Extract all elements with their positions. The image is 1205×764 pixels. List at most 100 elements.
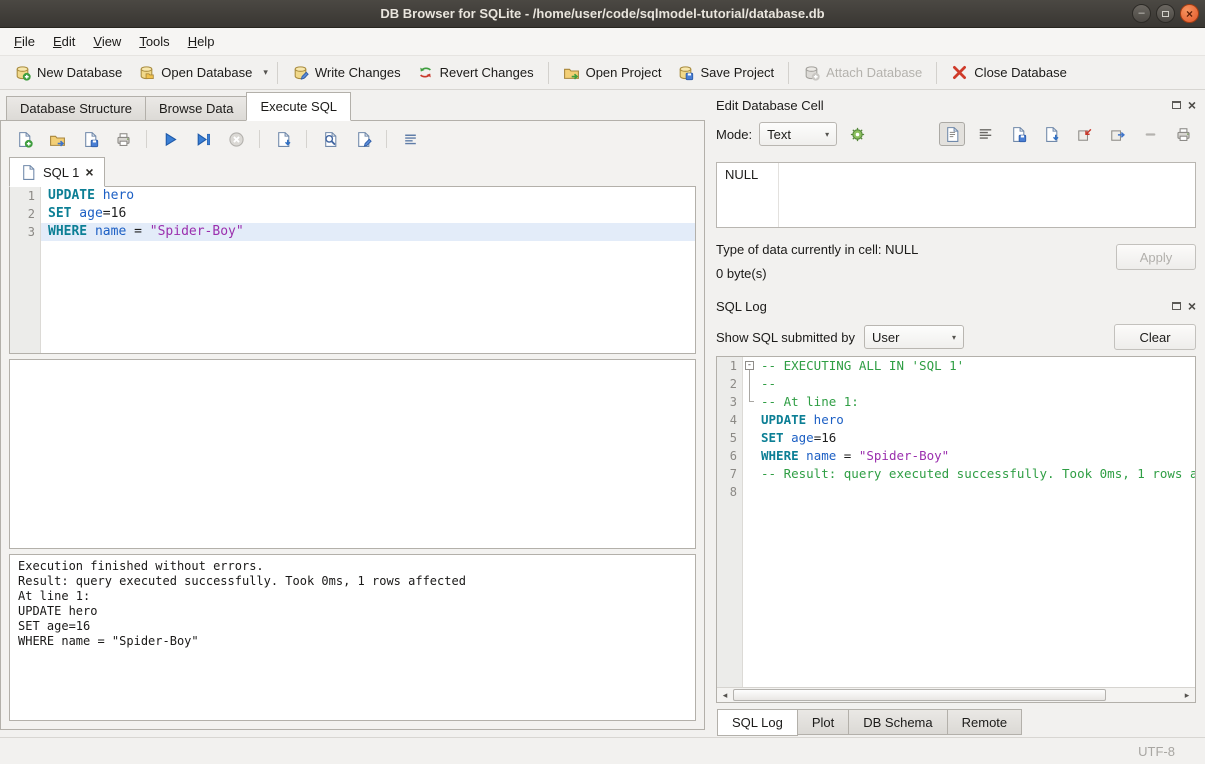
import-from-file-icon[interactable] (1071, 122, 1097, 146)
mode-combobox[interactable]: Text ▾ (759, 122, 837, 146)
left-pane: Database StructureBrowse DataExecute SQL… (0, 90, 705, 737)
code-text: -- At line 1: (758, 393, 1195, 411)
export-to-file-icon[interactable] (1104, 122, 1130, 146)
open-project-button[interactable]: Open Project (555, 59, 670, 86)
auto-switch-mode-icon[interactable] (844, 122, 870, 146)
mode-value: Text (767, 127, 791, 142)
save-as-binary-icon[interactable] (1038, 122, 1064, 146)
open-database-dropdown-icon[interactable]: ▾ (260, 62, 271, 83)
save-as-text-icon[interactable] (1005, 122, 1031, 146)
results-grid[interactable] (9, 359, 696, 549)
toolbar-separator (306, 130, 307, 148)
code-text: -- Result: query executed successfully. … (758, 465, 1195, 483)
save-project-button[interactable]: Save Project (669, 59, 782, 86)
menu-file[interactable]: File (5, 29, 44, 54)
close-button[interactable]: × (1180, 4, 1199, 23)
print-icon[interactable] (112, 128, 134, 150)
line-number: 2 (717, 375, 743, 393)
tab-sql-log[interactable]: SQL Log (717, 709, 798, 736)
word-wrap-icon[interactable] (972, 122, 998, 146)
titlebar[interactable]: DB Browser for SQLite - /home/user/code/… (0, 0, 1205, 28)
code-line-1[interactable]: 1--- EXECUTING ALL IN 'SQL 1' (717, 357, 1195, 375)
cell-editor[interactable]: NULL (716, 162, 1196, 228)
open-database-button[interactable]: Open Database (130, 59, 260, 86)
open-project-button-label: Open Project (586, 65, 662, 80)
cell-type-info: Type of data currently in cell: NULL (716, 242, 1116, 257)
save-results-icon[interactable] (272, 128, 294, 150)
fold-column (743, 483, 758, 501)
horizontal-scrollbar[interactable]: ◂ ▸ (717, 687, 1195, 702)
float-panel-icon[interactable] (1172, 101, 1181, 109)
scroll-left-icon[interactable]: ◂ (717, 688, 733, 703)
line-number: 6 (717, 447, 743, 465)
tab-browse-data[interactable]: Browse Data (145, 96, 247, 121)
new-database-button-label: New Database (37, 65, 122, 80)
close-panel-icon[interactable]: × (1188, 98, 1196, 112)
print-cell-icon[interactable] (1170, 122, 1196, 146)
fold-column (743, 429, 758, 447)
code-line-7[interactable]: 7-- Result: query executed successfully.… (717, 465, 1195, 483)
code-line-8[interactable]: 8 (717, 483, 1195, 501)
tab-execute-sql[interactable]: Execute SQL (246, 92, 351, 121)
set-null-icon[interactable] (1137, 122, 1163, 146)
revert-changes-button[interactable]: Revert Changes (409, 59, 542, 86)
tab-db-schema[interactable]: DB Schema (848, 709, 947, 735)
menu-edit[interactable]: Edit (44, 29, 84, 54)
tab-database-structure[interactable]: Database Structure (6, 96, 146, 121)
main-toolbar: New Database Open Database▾ Write Changes R… (0, 55, 1205, 90)
execute-sql-panel: SQL 1 × 1UPDATE hero2SET age=163WHERE na… (0, 120, 705, 730)
maximize-button[interactable] (1156, 4, 1175, 23)
tab-remote[interactable]: Remote (947, 709, 1023, 735)
clear-button[interactable]: Clear (1114, 324, 1196, 350)
execute-line-icon[interactable] (192, 128, 214, 150)
revert-changes-icon (417, 64, 434, 81)
format-icon[interactable] (399, 128, 421, 150)
sql-doc-tab[interactable]: SQL 1 × (9, 157, 105, 187)
save-sql-file-icon[interactable] (79, 128, 101, 150)
code-line-3[interactable]: 3-- At line 1: (717, 393, 1195, 411)
statusbar: UTF-8 (0, 737, 1205, 764)
apply-button[interactable]: Apply (1116, 244, 1196, 270)
sql-log-view[interactable]: 1--- EXECUTING ALL IN 'SQL 1'2--3-- At l… (716, 356, 1196, 703)
text-mode-icon[interactable] (939, 122, 965, 146)
execution-log[interactable]: Execution finished without errors. Resul… (9, 554, 696, 721)
fold-marker-icon[interactable]: - (745, 361, 754, 370)
cell-editor-body[interactable] (779, 163, 1195, 227)
minimize-button[interactable]: – (1132, 4, 1151, 23)
code-line-2[interactable]: 2SET age=16 (10, 205, 695, 223)
sql-log-filter-combobox[interactable]: User ▾ (864, 325, 964, 349)
main-area: Database StructureBrowse DataExecute SQL… (0, 90, 1205, 737)
scrollbar-thumb[interactable] (733, 689, 1106, 701)
find-icon[interactable] (319, 128, 341, 150)
code-text: -- EXECUTING ALL IN 'SQL 1' (758, 357, 1195, 375)
execute-all-icon[interactable] (159, 128, 181, 150)
chevron-down-icon: ▾ (825, 130, 829, 139)
write-changes-button[interactable]: Write Changes (284, 59, 409, 86)
code-line-3[interactable]: 3WHERE name = "Spider-Boy" (10, 223, 695, 241)
sql-doc-area: SQL 1 × 1UPDATE hero2SET age=163WHERE na… (9, 157, 696, 729)
new-database-button[interactable]: New Database (6, 59, 130, 86)
cell-editor-icons (939, 122, 1196, 146)
line-number: 1 (717, 357, 743, 375)
sql-editor[interactable]: 1UPDATE hero2SET age=163WHERE name = "Sp… (9, 186, 696, 354)
find-replace-icon[interactable] (352, 128, 374, 150)
tab-plot[interactable]: Plot (797, 709, 849, 735)
write-changes-button-label: Write Changes (315, 65, 401, 80)
menu-help[interactable]: Help (179, 29, 224, 54)
line-number: 2 (10, 205, 41, 223)
code-line-6[interactable]: 6WHERE name = "Spider-Boy" (717, 447, 1195, 465)
open-sql-file-icon[interactable] (46, 128, 68, 150)
scroll-right-icon[interactable]: ▸ (1179, 688, 1195, 703)
close-database-button[interactable]: Close Database (943, 59, 1075, 86)
edit-cell-header: Edit Database Cell × (716, 94, 1196, 116)
code-line-1[interactable]: 1UPDATE hero (10, 187, 695, 205)
menu-view[interactable]: View (84, 29, 130, 54)
code-line-4[interactable]: 4UPDATE hero (717, 411, 1195, 429)
close-panel-icon[interactable]: × (1188, 299, 1196, 313)
code-line-2[interactable]: 2-- (717, 375, 1195, 393)
open-tab-icon[interactable] (13, 128, 35, 150)
float-panel-icon[interactable] (1172, 302, 1181, 310)
code-line-5[interactable]: 5SET age=16 (717, 429, 1195, 447)
close-tab-icon[interactable]: × (85, 165, 93, 179)
menu-tools[interactable]: Tools (130, 29, 178, 54)
